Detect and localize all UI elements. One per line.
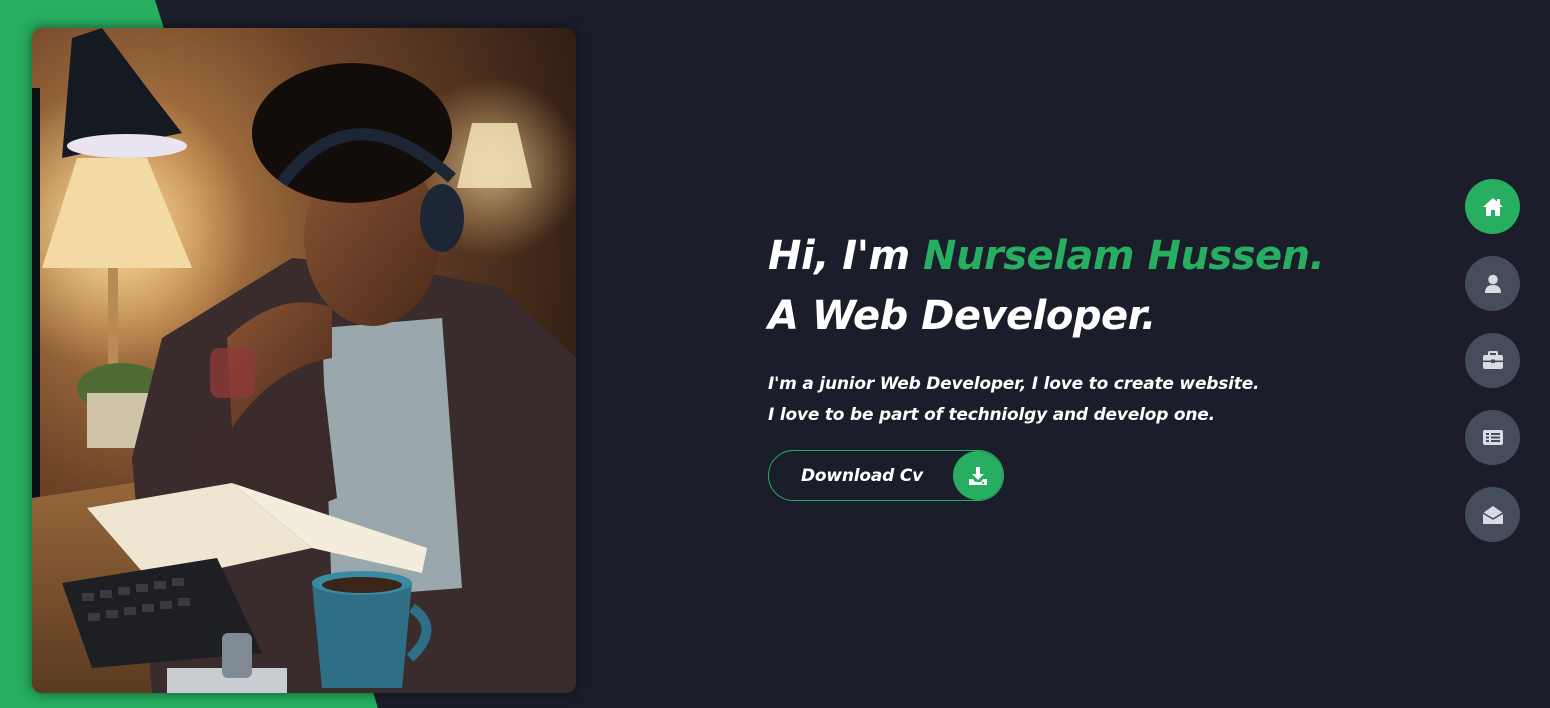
download-icon xyxy=(953,451,1003,500)
nav-about-button[interactable] xyxy=(1465,256,1520,311)
envelope-open-icon xyxy=(1482,505,1504,525)
greeting-text: Hi, I'm xyxy=(768,233,924,279)
briefcase-icon xyxy=(1482,351,1504,370)
page: Hi, I'm Nurselam Hussen. A Web Developer… xyxy=(0,0,1550,708)
nav-blog-button[interactable] xyxy=(1465,410,1520,465)
section-nav xyxy=(1465,179,1520,564)
hero-name: Nurselam Hussen. xyxy=(923,233,1325,279)
home-icon xyxy=(1482,197,1504,217)
hero-intro: Hi, I'm Nurselam Hussen. A Web Developer… xyxy=(768,226,1328,501)
nav-portfolio-button[interactable] xyxy=(1465,333,1520,388)
profile-photo xyxy=(32,28,576,693)
list-icon xyxy=(1482,429,1504,446)
nav-contact-button[interactable] xyxy=(1465,487,1520,542)
hero-greeting-line: Hi, I'm Nurselam Hussen. xyxy=(768,226,1328,286)
hero-description: I'm a junior Web Developer, I love to cr… xyxy=(768,374,1260,425)
user-icon xyxy=(1484,274,1502,294)
nav-home-button[interactable] xyxy=(1465,179,1520,234)
hero-role: A Web Developer. xyxy=(768,293,1156,339)
download-cv-button[interactable]: Download Cv xyxy=(768,450,1004,501)
download-cv-label: Download Cv xyxy=(801,465,924,486)
